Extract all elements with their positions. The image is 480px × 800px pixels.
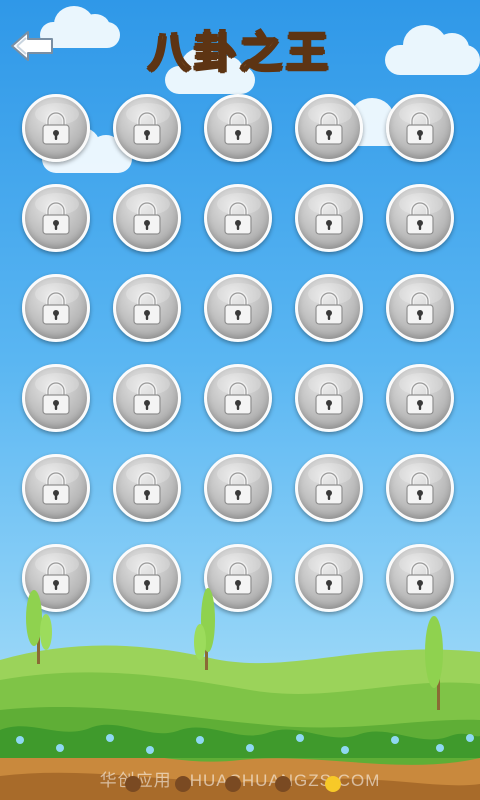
padlock-icon <box>403 200 437 236</box>
locked-level-button[interactable] <box>22 274 90 342</box>
page-dot-active[interactable] <box>325 776 341 792</box>
locked-level-button[interactable] <box>22 454 90 522</box>
locked-level-button[interactable] <box>386 454 454 522</box>
page-dot[interactable] <box>225 776 241 792</box>
padlock-icon <box>39 290 73 326</box>
padlock-icon <box>39 200 73 236</box>
padlock-icon <box>39 470 73 506</box>
locked-level-button[interactable] <box>22 184 90 252</box>
padlock-icon <box>312 110 346 146</box>
page-indicator <box>125 776 355 792</box>
padlock-icon <box>312 200 346 236</box>
page-title: 八卦之王 <box>147 26 332 77</box>
level-grid <box>22 94 458 612</box>
padlock-icon <box>403 470 437 506</box>
padlock-icon <box>130 380 164 416</box>
page-dot[interactable] <box>125 776 141 792</box>
locked-level-button[interactable] <box>204 274 272 342</box>
padlock-icon <box>312 290 346 326</box>
page-dot[interactable] <box>175 776 191 792</box>
locked-level-button[interactable] <box>113 94 181 162</box>
padlock-icon <box>312 470 346 506</box>
padlock-icon <box>221 560 255 596</box>
locked-level-button[interactable] <box>204 454 272 522</box>
padlock-icon <box>130 470 164 506</box>
padlock-icon <box>312 560 346 596</box>
padlock-icon <box>221 470 255 506</box>
padlock-icon <box>403 380 437 416</box>
padlock-icon <box>312 380 346 416</box>
locked-level-button[interactable] <box>204 364 272 432</box>
locked-level-button[interactable] <box>204 184 272 252</box>
padlock-icon <box>39 560 73 596</box>
padlock-icon <box>221 110 255 146</box>
locked-level-button[interactable] <box>386 274 454 342</box>
locked-level-button[interactable] <box>295 364 363 432</box>
locked-level-button[interactable] <box>386 94 454 162</box>
locked-level-button[interactable] <box>22 94 90 162</box>
padlock-icon <box>403 110 437 146</box>
page-dot[interactable] <box>275 776 291 792</box>
padlock-icon <box>130 290 164 326</box>
padlock-icon <box>39 380 73 416</box>
locked-level-button[interactable] <box>113 274 181 342</box>
locked-level-button[interactable] <box>113 184 181 252</box>
padlock-icon <box>221 380 255 416</box>
locked-level-button[interactable] <box>113 454 181 522</box>
locked-level-button[interactable] <box>295 184 363 252</box>
padlock-icon <box>221 290 255 326</box>
padlock-icon <box>403 290 437 326</box>
locked-level-button[interactable] <box>204 94 272 162</box>
locked-level-button[interactable] <box>386 364 454 432</box>
locked-level-button[interactable] <box>295 94 363 162</box>
locked-level-button[interactable] <box>113 364 181 432</box>
padlock-icon <box>130 110 164 146</box>
locked-level-button[interactable] <box>22 364 90 432</box>
locked-level-button[interactable] <box>386 184 454 252</box>
padlock-icon <box>39 110 73 146</box>
padlock-icon <box>221 200 255 236</box>
locked-level-button[interactable] <box>295 454 363 522</box>
padlock-icon <box>403 560 437 596</box>
locked-level-button[interactable] <box>295 274 363 342</box>
padlock-icon <box>130 200 164 236</box>
padlock-icon <box>130 560 164 596</box>
